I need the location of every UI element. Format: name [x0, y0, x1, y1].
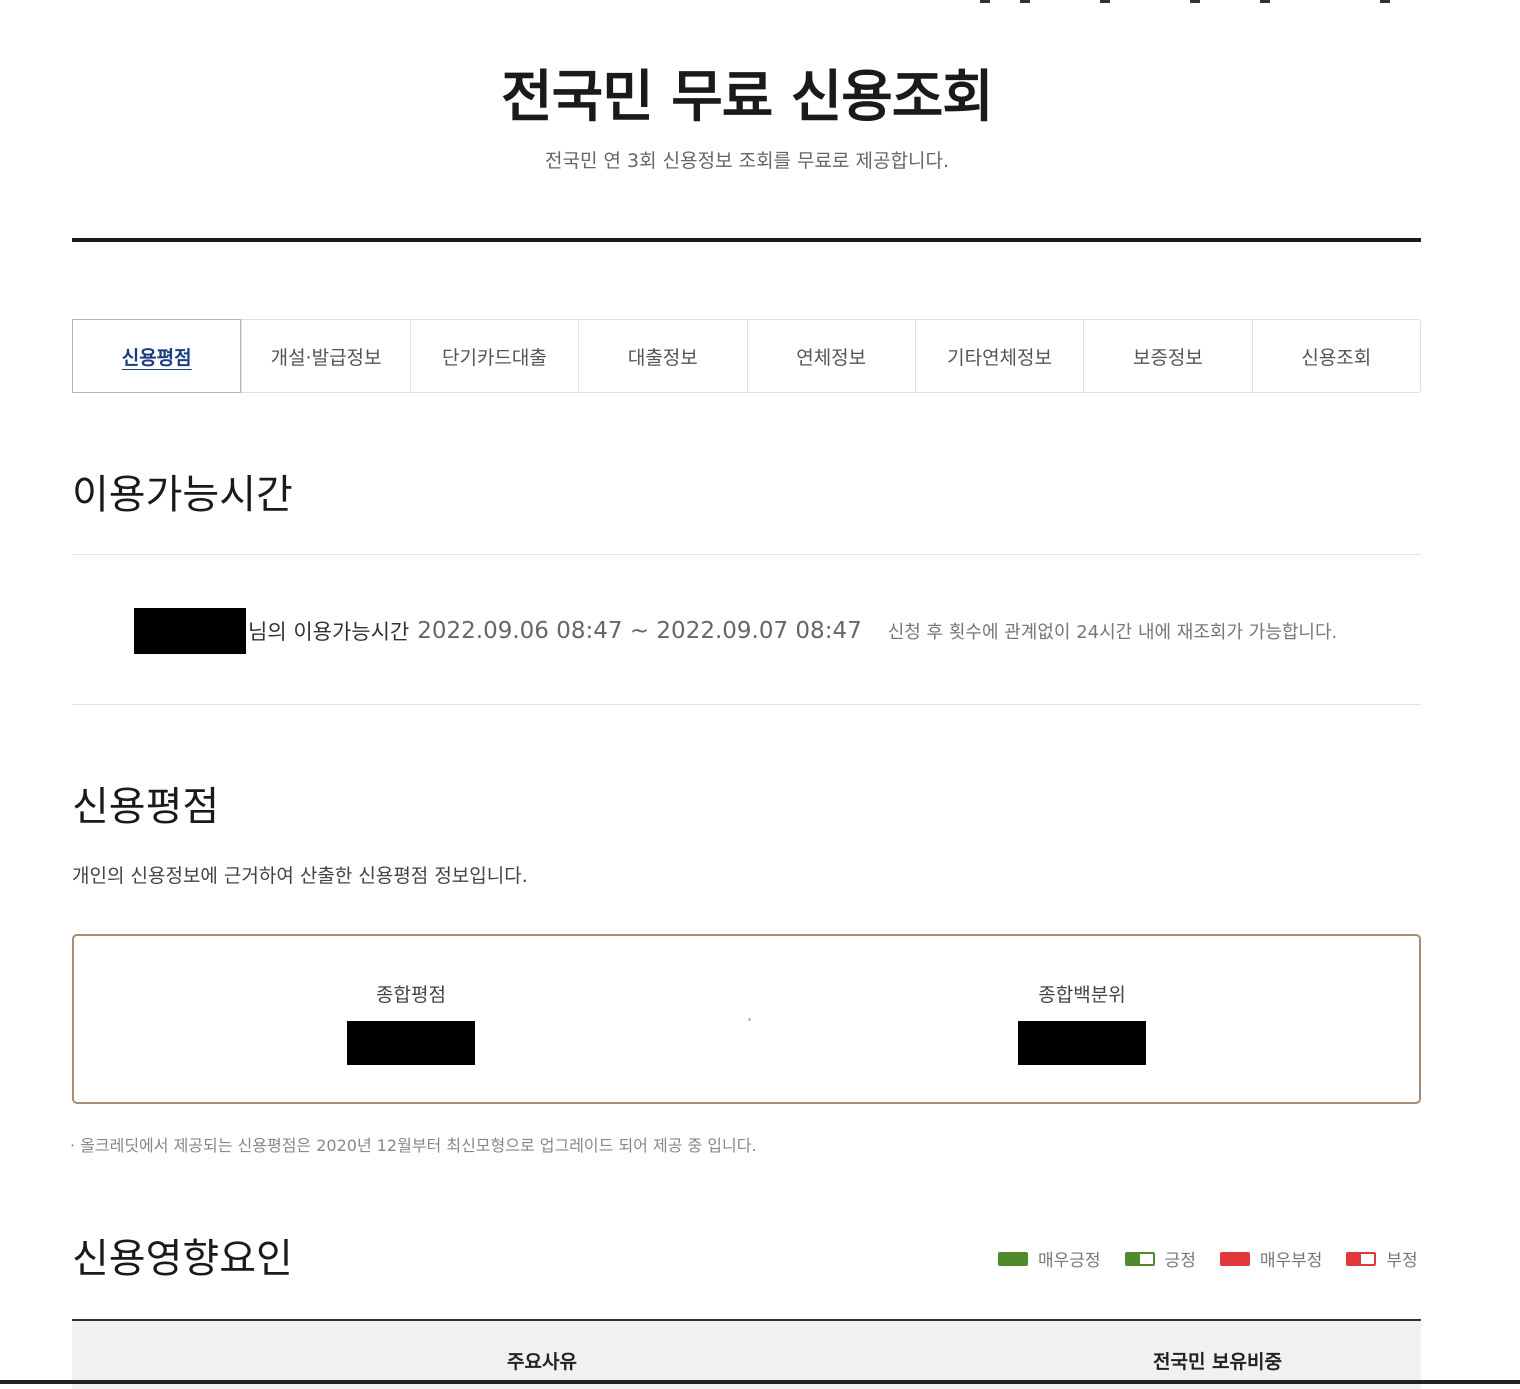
tab-account-issuance[interactable]: 개설·발급정보 [241, 320, 409, 392]
very-negative-swatch-icon [1219, 1251, 1250, 1266]
positive-swatch-icon [1124, 1251, 1155, 1266]
tab-credit-score[interactable]: 신용평점 [72, 319, 242, 393]
score-separator-dot [748, 1018, 751, 1021]
legend-label-very-negative: 매우부정 [1259, 1251, 1323, 1271]
credit-factors-section-title: 신용영향요인 [72, 1236, 293, 1282]
tab-short-term-card-loan[interactable]: 단기카드대출 [409, 320, 578, 392]
legend-item-very-negative: 매우부정 [1219, 1246, 1323, 1271]
legend-label-very-positive: 매우긍정 [1038, 1251, 1101, 1271]
header-national-share: 전국민 보유비중 [1153, 1351, 1282, 1373]
availability-note: 신청 후 횟수에 관계없이 24시간 내에 재조회가 가능합니다. [887, 622, 1338, 643]
total-percentile-column: 종합백분위 [952, 980, 1212, 1065]
tab-bar: 신용평점 개설·발급정보 단기카드대출 대출정보 연체정보 기타연체정보 보증정… [72, 319, 1421, 393]
redacted-total-score [347, 1021, 475, 1065]
legend-item-very-positive: 매우긍정 [998, 1246, 1101, 1271]
legend-item-negative: 부정 [1346, 1246, 1418, 1271]
tab-credit-inquiry[interactable]: 신용조회 [1251, 320, 1420, 392]
tab-loan-info[interactable]: 대출정보 [578, 320, 746, 392]
header-main-reason: 주요사유 [507, 1351, 577, 1373]
availability-time-range: 2022.09.06 08:47 ~ 2022.09.07 08:47 [417, 618, 862, 644]
very-positive-swatch-icon [998, 1251, 1028, 1266]
total-score-label: 종합평점 [376, 984, 446, 1006]
credit-score-section-title: 신용평점 [72, 784, 220, 830]
availability-section-title: 이용가능시간 [72, 472, 293, 518]
legend-label-positive: 긍정 [1164, 1251, 1196, 1271]
bottom-edge-line [0, 1380, 1520, 1384]
credit-score-note: · 올크레딧에서 제공되는 신용평점은 2020년 12월부터 최신모형으로 업… [70, 1136, 757, 1155]
legend-item-positive: 긍정 [1124, 1246, 1196, 1271]
factors-table-header: 주요사유 전국민 보유비중 [72, 1319, 1421, 1389]
negative-swatch-icon [1346, 1251, 1377, 1266]
redacted-total-percentile [1018, 1021, 1146, 1065]
availability-divider-top [72, 554, 1421, 555]
total-score-column: 종합평점 [281, 980, 541, 1065]
total-percentile-label: 종합백분위 [1038, 984, 1126, 1006]
credit-score-description: 개인의 신용정보에 근거하여 산출한 신용평점 정보입니다. [72, 865, 528, 887]
credit-score-box: 종합평점 종합백분위 [72, 934, 1421, 1104]
tab-guarantee-info[interactable]: 보증정보 [1083, 320, 1251, 392]
title-divider [72, 238, 1421, 242]
availability-label: 님의 이용가능시간 [248, 620, 410, 644]
page-subtitle: 전국민 연 3회 신용정보 조회를 무료로 제공합니다. [545, 150, 949, 172]
factor-legend: 매우긍정 긍정 매우부정 부정 [998, 1246, 1418, 1271]
legend-label-negative: 부정 [1386, 1251, 1418, 1271]
top-cutoff-text [960, 0, 1400, 4]
tab-delinquency-info[interactable]: 연체정보 [746, 320, 915, 392]
page-title: 전국민 무료 신용조회 [501, 65, 994, 130]
redacted-user-name [134, 608, 246, 654]
availability-divider-bottom [72, 704, 1421, 705]
tab-other-delinquency[interactable]: 기타연체정보 [914, 320, 1083, 392]
availability-row: 님의 이용가능시간 2022.09.06 08:47 ~ 2022.09.07 … [134, 608, 1421, 654]
